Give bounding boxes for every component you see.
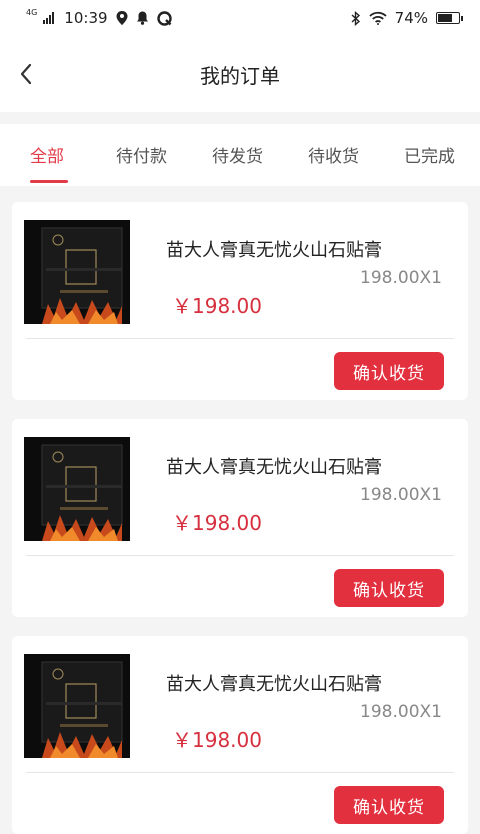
- card-divider: [26, 338, 454, 339]
- status-bar: 4G 10:39 74%: [0, 0, 480, 36]
- page-title: 我的订单: [200, 64, 280, 88]
- product-quantity: 198.00X1: [360, 268, 442, 288]
- confirm-receipt-button[interactable]: 确认收货: [334, 786, 444, 824]
- status-bar-right: 74%: [351, 9, 463, 27]
- tab-pending-payment[interactable]: 待付款: [116, 142, 167, 167]
- product-price: ￥198.00: [172, 294, 262, 318]
- product-price: ￥198.00: [172, 511, 262, 535]
- product-name: 苗大人膏真无忧火山石贴膏: [166, 240, 382, 261]
- product-quantity: 198.00X1: [360, 702, 442, 722]
- order-card[interactable]: 苗大人膏真无忧火山石贴膏 198.00X1 ￥198.00 确认收货: [12, 636, 468, 834]
- active-tab-indicator: [30, 180, 68, 183]
- tab-pending-shipment[interactable]: 待发货: [212, 142, 263, 167]
- product-quantity: 198.00X1: [360, 485, 442, 505]
- product-image: [24, 437, 130, 541]
- signal-icon: [43, 12, 55, 24]
- status-bar-left: 4G 10:39: [26, 9, 172, 27]
- confirm-receipt-button[interactable]: 确认收货: [334, 352, 444, 390]
- product-image: [24, 654, 130, 758]
- card-divider: [26, 555, 454, 556]
- order-card[interactable]: 苗大人膏真无忧火山石贴膏 198.00X1 ￥198.00 确认收货: [12, 419, 468, 617]
- bluetooth-icon: [351, 10, 360, 26]
- notification-bell-icon: [136, 11, 148, 25]
- battery-percent: 74%: [394, 9, 428, 27]
- wifi-icon: [369, 11, 387, 25]
- page-header: 我的订单: [0, 36, 480, 112]
- card-divider: [26, 772, 454, 773]
- status-time: 10:39: [64, 9, 108, 27]
- app-notification-icon: [156, 10, 172, 26]
- location-icon: [116, 11, 128, 25]
- product-name: 苗大人膏真无忧火山石贴膏: [166, 457, 382, 478]
- product-name: 苗大人膏真无忧火山石贴膏: [166, 674, 382, 695]
- tab-pending-receipt[interactable]: 待收货: [308, 142, 359, 167]
- tab-completed[interactable]: 已完成: [404, 142, 455, 167]
- product-price: ￥198.00: [172, 728, 262, 752]
- order-status-tabs: 全部 待付款 待发货 待收货 已完成: [0, 124, 480, 186]
- product-image: [24, 220, 130, 324]
- order-card[interactable]: 苗大人膏真无忧火山石贴膏 198.00X1 ￥198.00 确认收货: [12, 202, 468, 400]
- tab-all[interactable]: 全部: [30, 142, 64, 167]
- battery-icon: [436, 12, 463, 24]
- network-type: 4G: [26, 8, 38, 17]
- confirm-receipt-button[interactable]: 确认收货: [334, 569, 444, 607]
